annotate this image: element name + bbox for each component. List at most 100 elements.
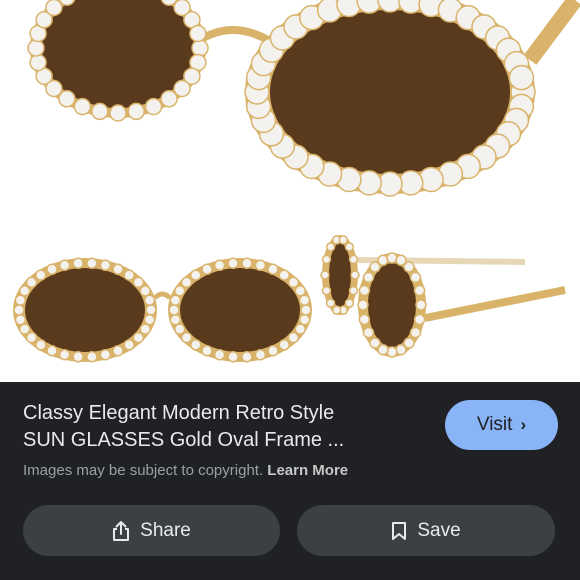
crystal-gem <box>139 323 152 335</box>
crystal-gem <box>358 313 371 326</box>
crystal-gem <box>278 269 290 281</box>
crystal-gem <box>169 314 182 326</box>
crystal-gem <box>267 344 279 357</box>
crystal-gem <box>73 97 92 116</box>
crystal-gem <box>358 284 371 297</box>
crystal-gem <box>27 39 45 57</box>
crystal-gem <box>72 257 84 270</box>
crystal-gem <box>13 304 25 316</box>
crystal-gem <box>241 350 253 363</box>
copyright-text: Images may be subject to copyright. <box>23 462 264 479</box>
crystal-gem <box>338 235 349 245</box>
crystal-gem <box>35 339 47 351</box>
crystal-gem <box>267 263 279 276</box>
crystal-gem <box>321 254 332 265</box>
crystal-gem <box>287 276 300 289</box>
crystal-gem <box>227 257 239 270</box>
crystal-gem <box>18 285 31 297</box>
crystal-gem <box>227 350 239 363</box>
crystal-gem <box>160 90 178 108</box>
crystal-gem <box>14 294 27 306</box>
crystal-gem <box>213 259 226 272</box>
crystal-gem <box>112 263 124 276</box>
crystal-gem <box>413 284 426 297</box>
crystal-gem <box>173 79 191 98</box>
crystal-gem <box>99 259 112 272</box>
crystal-gem <box>99 348 112 361</box>
copyright-notice: Images may be subject to copyright. Lear… <box>23 462 348 479</box>
visit-button[interactable]: Visit › <box>445 400 558 450</box>
crystal-gem <box>72 350 84 363</box>
crystal-gem <box>180 331 193 344</box>
learn-more-link[interactable]: Learn More <box>267 462 348 479</box>
crystal-gem <box>413 313 426 326</box>
crystal-gem <box>294 323 307 335</box>
crystal-gem <box>189 24 207 43</box>
crystal-gem <box>213 348 226 361</box>
crystal-gem <box>348 285 359 296</box>
crystal-gem <box>409 271 422 284</box>
crystal-gem <box>123 339 135 351</box>
crystal-gem <box>35 269 47 281</box>
crystal-gem <box>190 339 202 351</box>
crystal-gem <box>132 276 145 289</box>
crystal-gem <box>25 276 38 289</box>
crystal-gem <box>344 298 355 308</box>
crystal-gem <box>46 344 58 357</box>
crystal-gem <box>298 314 311 326</box>
crystal-gem <box>201 344 213 357</box>
crystal-gem <box>46 263 58 276</box>
crystal-gem <box>191 39 209 57</box>
result-info-panel: Classy Elegant Modern Retro Style SUN GL… <box>0 382 580 580</box>
share-icon <box>112 520 130 542</box>
crystal-gem <box>168 304 180 316</box>
crystal-gem <box>350 270 360 280</box>
crystal-gem <box>132 331 145 344</box>
crystal-gem <box>173 285 186 297</box>
crystal-gem <box>254 348 267 361</box>
crystal-gem <box>403 261 415 273</box>
share-button[interactable]: Share <box>23 505 280 556</box>
chevron-right-icon: › <box>520 415 527 434</box>
crystal-gem <box>25 331 38 344</box>
crystal-gem <box>190 269 202 281</box>
crystal-gem <box>300 304 312 316</box>
crystal-gem <box>254 259 267 272</box>
crystal-gem <box>201 263 213 276</box>
sunglasses-closeup-image <box>27 0 580 197</box>
product-image[interactable] <box>0 0 580 382</box>
crystal-gem <box>369 337 381 349</box>
crystal-gem <box>180 276 193 289</box>
crystal-gem <box>357 299 369 311</box>
sunglasses-front-thumbnail <box>13 257 312 363</box>
crystal-gem <box>344 242 355 252</box>
crystal-gem <box>139 285 152 297</box>
crystal-gem <box>29 53 47 72</box>
crystal-gem <box>45 0 63 17</box>
share-button-label: Share <box>140 519 191 541</box>
crystal-gem <box>409 326 422 339</box>
crystal-gem <box>58 348 71 361</box>
crystal-gem <box>362 271 375 284</box>
result-title[interactable]: Classy Elegant Modern Retro Style SUN GL… <box>23 400 423 454</box>
crystal-gem <box>58 90 76 108</box>
result-title-line1[interactable]: Classy Elegant Modern Retro Style <box>23 400 423 427</box>
crystal-gem <box>348 254 359 265</box>
crystal-gem <box>123 269 135 281</box>
crystal-gem <box>86 350 98 363</box>
crystal-gem <box>169 294 182 306</box>
crystal-gem <box>127 102 145 121</box>
crystal-gem <box>287 331 300 344</box>
crystal-gem <box>325 298 336 308</box>
crystal-gem <box>362 326 375 339</box>
crystal-gem <box>18 323 31 335</box>
crystal-gem <box>415 299 427 311</box>
crystal-gem <box>294 285 307 297</box>
crystal-gem <box>112 344 124 357</box>
result-title-line2[interactable]: SUN GLASSES Gold Oval Frame ... <box>23 427 423 454</box>
crystal-gem <box>145 304 157 316</box>
crystal-gem <box>508 64 535 91</box>
crystal-gem <box>143 294 156 306</box>
save-button[interactable]: Save <box>297 505 555 556</box>
crystal-gem <box>109 104 127 122</box>
